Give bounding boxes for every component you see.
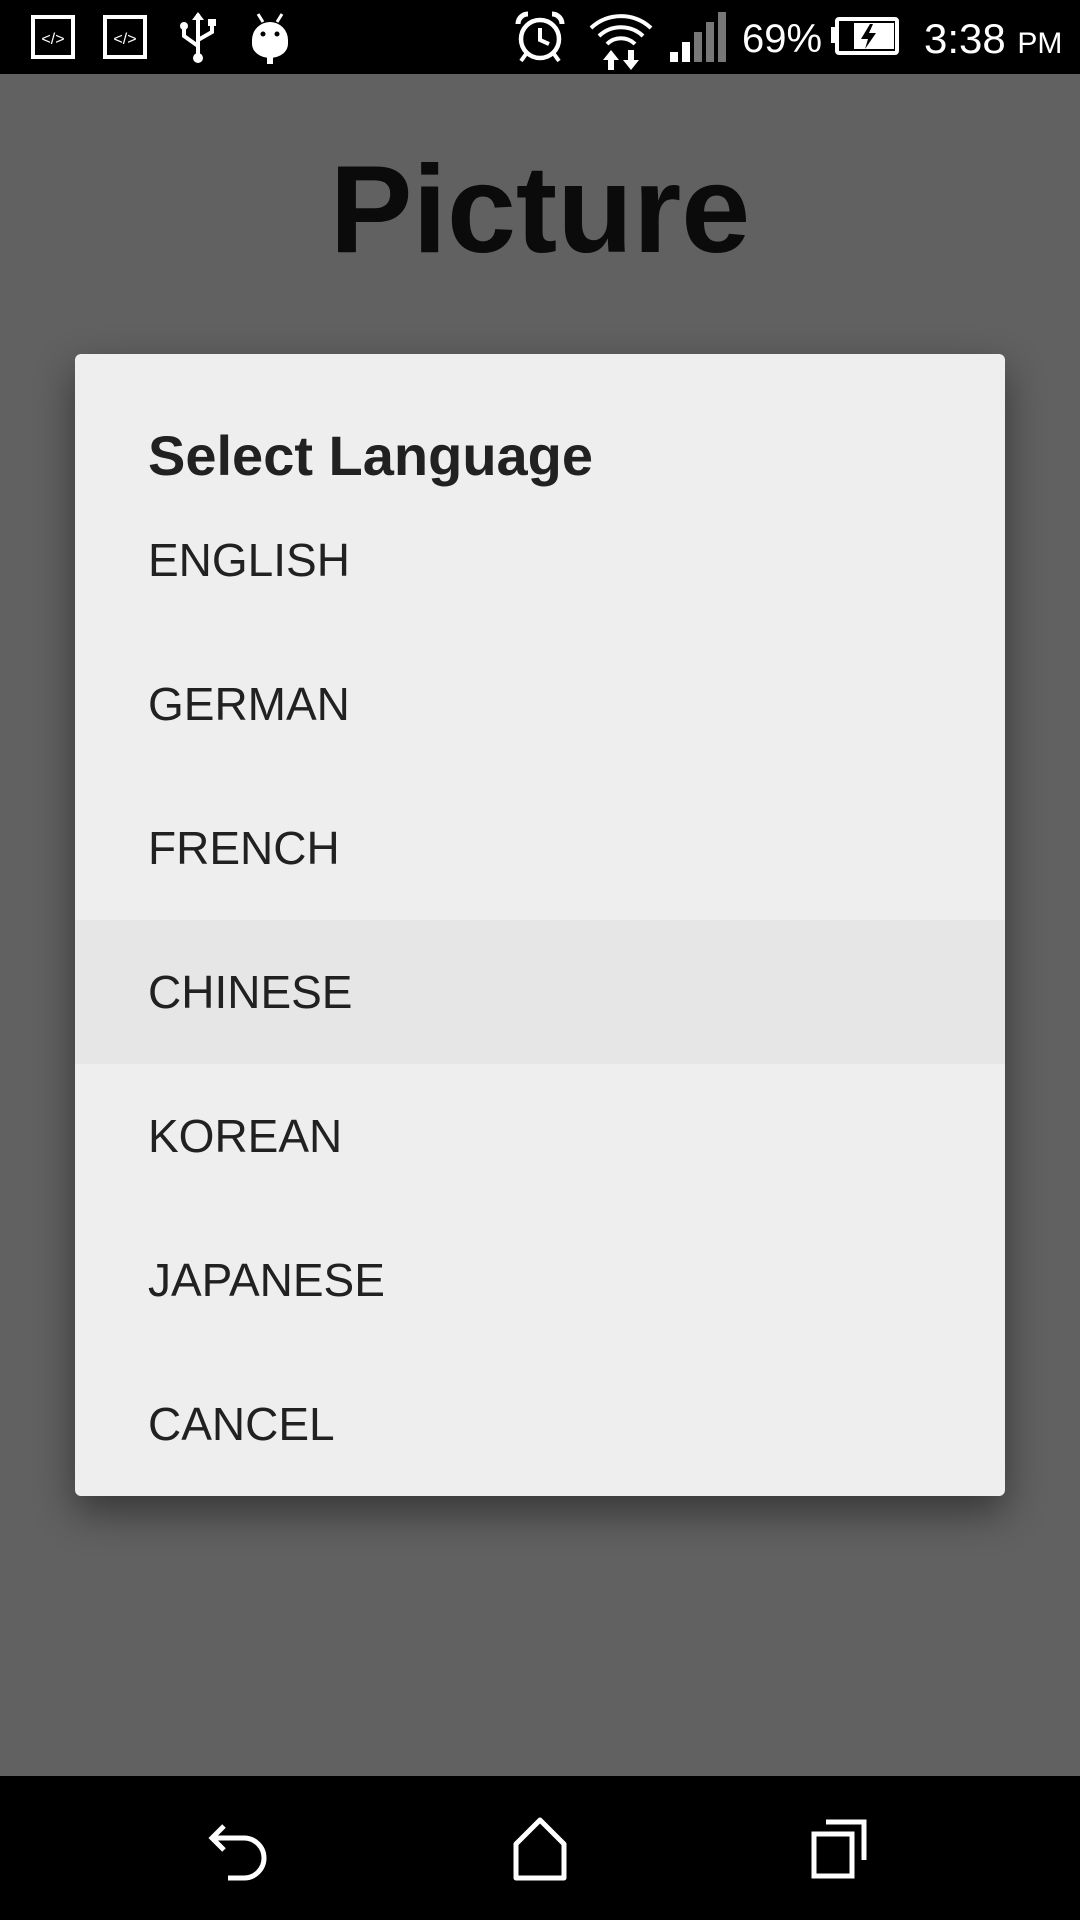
dialog-title: Select Language xyxy=(148,424,594,487)
cancel-label: CANCEL xyxy=(148,1398,335,1450)
option-korean[interactable]: KOREAN xyxy=(75,1064,1005,1208)
option-label: ENGLISH xyxy=(148,534,350,586)
clock-time: 3:38 xyxy=(924,15,1006,62)
option-label: FRENCH xyxy=(148,822,340,874)
svg-text:</>: </> xyxy=(41,31,64,48)
status-bar: </> </> 69% 3:38 PM xyxy=(0,0,1080,74)
option-japanese[interactable]: JAPANESE xyxy=(75,1208,1005,1352)
option-french[interactable]: FRENCH xyxy=(75,776,1005,920)
option-label: GERMAN xyxy=(148,678,350,730)
android-debug-icon xyxy=(246,10,294,64)
option-english[interactable]: ENGLISH xyxy=(75,488,1005,632)
signal-icon xyxy=(668,10,728,64)
cancel-button[interactable]: CANCEL xyxy=(75,1352,1005,1496)
svg-text:</>: </> xyxy=(113,31,136,48)
home-icon[interactable] xyxy=(504,1812,576,1884)
wifi-icon xyxy=(588,10,654,70)
option-chinese[interactable]: CHINESE xyxy=(75,920,1005,1064)
alarm-icon xyxy=(512,10,568,64)
page-title: Picture xyxy=(329,141,751,279)
option-label: JAPANESE xyxy=(148,1254,385,1306)
code-icon: </> xyxy=(30,10,78,64)
navigation-bar xyxy=(0,1776,1080,1920)
language-dialog: Select Language ENGLISH GERMAN FRENCH CH… xyxy=(75,354,1005,1496)
option-label: KOREAN xyxy=(148,1110,343,1162)
code-icon: </> xyxy=(102,10,150,64)
clock: 3:38 PM xyxy=(924,12,1062,71)
option-german[interactable]: GERMAN xyxy=(75,632,1005,776)
clock-ampm: PM xyxy=(1017,27,1063,60)
usb-icon xyxy=(174,10,222,64)
battery-percent: 69% xyxy=(742,17,823,61)
back-icon[interactable] xyxy=(204,1812,276,1884)
battery-charging-icon xyxy=(830,10,900,64)
recents-icon[interactable] xyxy=(804,1812,876,1884)
option-label: CHINESE xyxy=(148,966,353,1018)
